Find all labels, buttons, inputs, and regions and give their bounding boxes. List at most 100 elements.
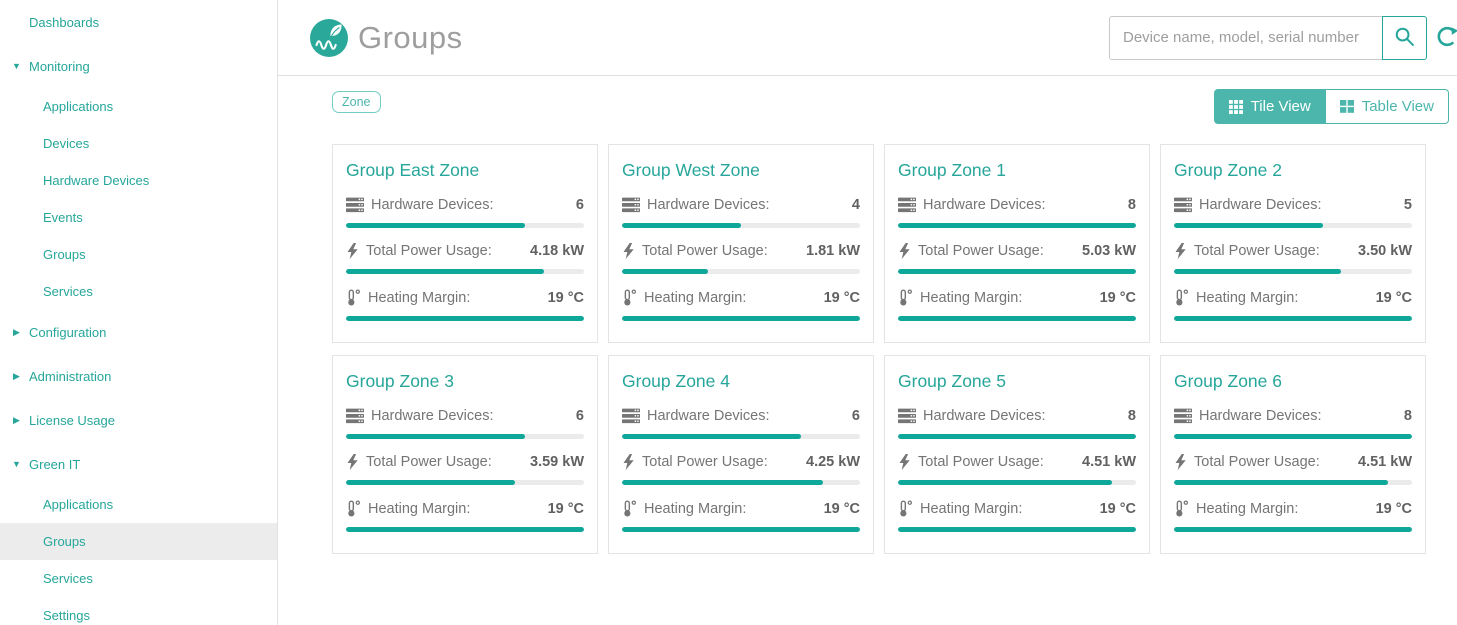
tile-view-label: Tile View — [1251, 98, 1311, 115]
sidebar-item-applications[interactable]: Applications — [0, 486, 277, 523]
sidebar-item-license-usage[interactable]: ▶ License Usage — [0, 398, 277, 442]
refresh-button[interactable] — [1434, 25, 1457, 51]
table-view-button[interactable]: Table View — [1326, 89, 1449, 124]
sidebar-item-monitoring[interactable]: ▼ Monitoring — [0, 44, 277, 88]
server-rack-icon — [1174, 197, 1192, 213]
heating-margin-progress-bar — [898, 527, 1136, 532]
group-name-link[interactable]: Group West Zone — [622, 159, 860, 181]
sidebar-item-applications[interactable]: Applications — [0, 88, 277, 125]
sidebar-item-hardware-devices[interactable]: Hardware Devices — [0, 162, 277, 199]
total-power-usage-label: Total Power Usage: — [642, 454, 768, 470]
total-power-usage-value: 4.18 kW — [530, 243, 584, 259]
expand-arrow-icon[interactable]: ▶ — [10, 415, 23, 426]
heating-margin-progress-bar — [346, 527, 584, 532]
server-rack-icon — [1174, 408, 1192, 424]
collapse-arrow-icon[interactable]: ▼ — [10, 61, 23, 71]
group-name-link[interactable]: Group Zone 6 — [1174, 370, 1412, 392]
sidebar-item-services[interactable]: Services — [0, 560, 277, 597]
total-power-usage-label: Total Power Usage: — [1194, 243, 1320, 259]
sidebar-item-groups[interactable]: Groups — [0, 523, 277, 560]
server-rack-icon — [346, 197, 364, 213]
group-card[interactable]: Group Zone 1 — [884, 144, 1150, 343]
search-icon — [1394, 26, 1415, 50]
heating-margin-progress-bar — [898, 316, 1136, 321]
heating-margin-label: Heating Margin: — [368, 290, 470, 306]
group-name-link[interactable]: Group Zone 1 — [898, 159, 1136, 181]
metric-hardware-devices: Hardware Devices: 4 — [622, 197, 860, 228]
total-power-usage-value: 5.03 kW — [1082, 243, 1136, 259]
group-card[interactable]: Group Zone 4 — [608, 355, 874, 554]
sidebar-item-configuration[interactable]: ▶ Configuration — [0, 310, 277, 354]
expand-arrow-icon[interactable]: ▶ — [10, 371, 23, 382]
total-power-usage-progress-bar — [622, 269, 860, 274]
metric-total-power-usage: Total Power Usage: 4.18 kW — [346, 243, 584, 274]
tile-view-button[interactable]: Tile View — [1214, 89, 1326, 124]
total-power-usage-progress-bar — [1174, 269, 1412, 274]
group-name-link[interactable]: Group Zone 3 — [346, 370, 584, 392]
server-rack-icon — [346, 408, 364, 424]
content-area: Zone Tile View — [278, 76, 1457, 625]
metric-heating-margin: Heating Margin: 19 °C — [898, 500, 1136, 532]
heating-margin-label: Heating Margin: — [644, 501, 746, 517]
expand-arrow-icon[interactable]: ▶ — [10, 327, 23, 338]
sidebar-item-label: Events — [43, 210, 83, 225]
heating-margin-value: 19 °C — [1100, 290, 1136, 306]
hardware-devices-value: 4 — [852, 197, 860, 213]
sidebar-item-administration[interactable]: ▶ Administration — [0, 354, 277, 398]
main-area: Groups — [278, 0, 1457, 625]
group-card[interactable]: Group Zone 2 — [1160, 144, 1426, 343]
metric-hardware-devices: Hardware Devices: 8 — [898, 408, 1136, 439]
group-card[interactable]: Group Zone 6 — [1160, 355, 1426, 554]
table-icon — [1340, 100, 1354, 113]
metric-total-power-usage: Total Power Usage: 4.51 kW — [1174, 454, 1412, 485]
sidebar-item-groups[interactable]: Groups — [0, 236, 277, 273]
total-power-usage-value: 4.51 kW — [1358, 454, 1412, 470]
green-it-leaf-logo-icon — [310, 19, 348, 57]
thermometer-icon — [622, 289, 637, 306]
sidebar-item-settings[interactable]: Settings — [0, 597, 277, 625]
search-input[interactable] — [1109, 16, 1382, 60]
refresh-icon — [1435, 24, 1457, 52]
sidebar-item-devices[interactable]: Devices — [0, 125, 277, 162]
hardware-devices-label: Hardware Devices: — [1199, 408, 1322, 424]
sidebar-item-label: Hardware Devices — [43, 173, 149, 188]
heating-margin-value: 19 °C — [824, 290, 860, 306]
search-button[interactable] — [1382, 16, 1427, 60]
metric-hardware-devices: Hardware Devices: 5 — [1174, 197, 1412, 228]
group-name-link[interactable]: Group Zone 5 — [898, 370, 1136, 392]
group-name-link[interactable]: Group Zone 2 — [1174, 159, 1412, 181]
sidebar-item-label: Green IT — [29, 457, 80, 472]
sidebar-item-events[interactable]: Events — [0, 199, 277, 236]
total-power-usage-label: Total Power Usage: — [918, 243, 1044, 259]
heating-margin-value: 19 °C — [548, 290, 584, 306]
group-card[interactable]: Group Zone 3 — [332, 355, 598, 554]
collapse-arrow-icon[interactable]: ▼ — [10, 459, 23, 469]
sidebar: Dashboards ▼ Monitoring Applications Dev… — [0, 0, 278, 625]
heating-margin-value: 19 °C — [1376, 501, 1412, 517]
hardware-devices-progress-bar — [898, 434, 1136, 439]
thermometer-icon — [346, 289, 361, 306]
metric-total-power-usage: Total Power Usage: 4.51 kW — [898, 454, 1136, 485]
group-name-link[interactable]: Group East Zone — [346, 159, 584, 181]
page-title: Groups — [358, 20, 463, 56]
metric-total-power-usage: Total Power Usage: 5.03 kW — [898, 243, 1136, 274]
hardware-devices-value: 5 — [1404, 197, 1412, 213]
total-power-usage-value: 4.25 kW — [806, 454, 860, 470]
group-card[interactable]: Group Zone 5 — [884, 355, 1150, 554]
zone-filter-tag[interactable]: Zone — [332, 91, 381, 113]
metric-heating-margin: Heating Margin: 19 °C — [1174, 289, 1412, 321]
sidebar-item-services[interactable]: Services — [0, 273, 277, 310]
metric-hardware-devices: Hardware Devices: 8 — [1174, 408, 1412, 439]
group-card[interactable]: Group East Zone — [332, 144, 598, 343]
group-name-link[interactable]: Group Zone 4 — [622, 370, 860, 392]
group-card[interactable]: Group West Zone — [608, 144, 874, 343]
heating-margin-value: 19 °C — [824, 501, 860, 517]
thermometer-icon — [1174, 500, 1189, 517]
total-power-usage-progress-bar — [622, 480, 860, 485]
sidebar-item-green-it[interactable]: ▼ Green IT — [0, 442, 277, 486]
metric-heating-margin: Heating Margin: 19 °C — [1174, 500, 1412, 532]
hardware-devices-value: 8 — [1128, 408, 1136, 424]
sidebar-item-dashboards[interactable]: Dashboards — [0, 0, 277, 44]
hardware-devices-progress-bar — [346, 223, 584, 228]
total-power-usage-progress-bar — [898, 480, 1136, 485]
